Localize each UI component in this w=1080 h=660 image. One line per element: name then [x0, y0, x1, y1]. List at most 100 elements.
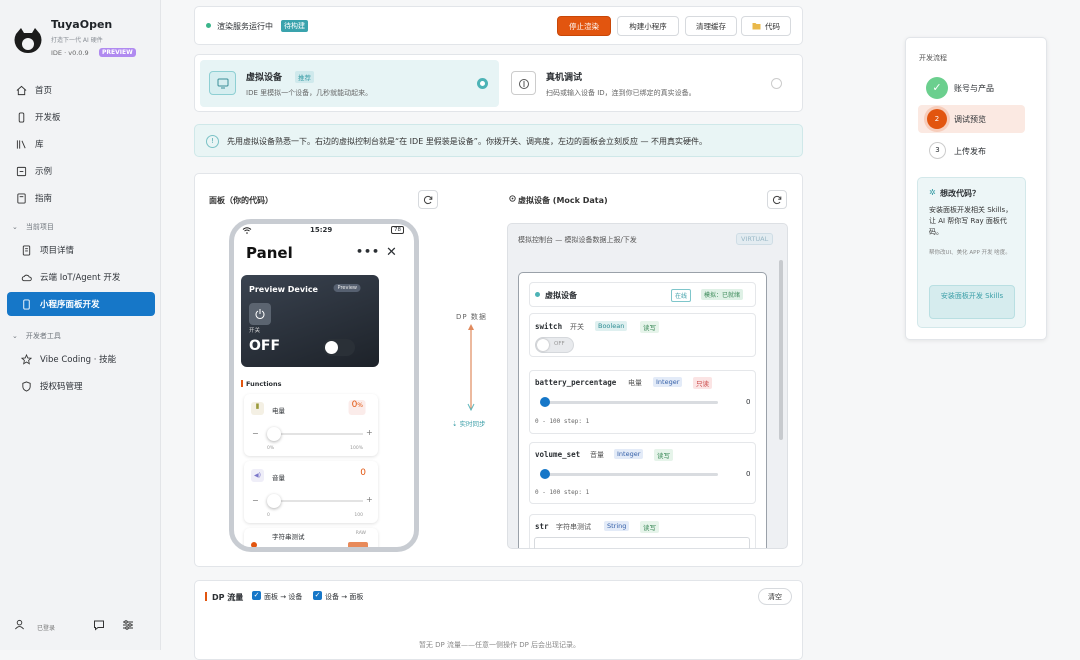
nav-guide[interactable]: 指南 — [7, 186, 155, 210]
dp-row-volume: volume_set 音量 Integer 读写 0 0 - 100 step:… — [529, 442, 756, 504]
nav-vibe-coding[interactable]: Vibe Coding · 技能 — [7, 347, 155, 371]
build-miniprogram-button[interactable]: 构建小程序 — [617, 16, 679, 36]
device-to-panel-checkbox[interactable]: ✓ — [313, 591, 322, 600]
volume-fn-icon: ◀) — [251, 469, 264, 482]
login-status: 已登录 — [37, 625, 56, 633]
refresh-panel-button[interactable] — [418, 190, 438, 209]
battery-fn-plus-button[interactable]: + — [366, 428, 373, 437]
preview-badge: PREVIEW — [99, 48, 136, 57]
nav-examples[interactable]: 示例 — [7, 159, 155, 183]
battery-fn-label: 电量 — [272, 407, 285, 415]
shield-icon — [22, 380, 31, 392]
library-icon — [16, 139, 26, 149]
wifi-icon — [242, 227, 252, 234]
hint-banner: ! 先用虚拟设备熟悉一下。右边的虚拟控制台就是“在 IDE 里假装是设备”。你拨… — [194, 124, 803, 157]
panel-power-toggle[interactable] — [323, 339, 355, 356]
user-icon[interactable] — [14, 619, 25, 630]
dp-range: 0 - 100 step: 1 — [535, 489, 590, 496]
volume-fn-label: 音量 — [272, 474, 285, 482]
battery-fn-slider[interactable] — [267, 427, 363, 441]
device-to-panel-label: 设备 → 面板 — [325, 593, 364, 601]
dp-code: battery_percentage — [535, 378, 617, 387]
refresh-virtual-button[interactable] — [767, 190, 787, 209]
battery-fn-value: 0% — [348, 400, 366, 415]
nav-label: Vibe Coding · 技能 — [40, 355, 117, 365]
dp-flow-title: DP 流量 — [212, 593, 244, 602]
step-upload[interactable]: 3 上传发布 — [918, 140, 1036, 164]
nav-license-management[interactable]: 授权码管理 — [7, 374, 155, 398]
virtual-mode-radio[interactable] — [477, 78, 488, 89]
volume-fn-slider[interactable] — [267, 494, 363, 508]
battery-fn-icon: ▮ — [251, 402, 264, 415]
phone-time: 15:29 — [310, 226, 333, 234]
string-input[interactable] — [534, 537, 750, 549]
tip-body: 安装面板开发相关 Skills，让 AI 帮你写 Ray 面板代码。 — [929, 206, 1013, 236]
battery-slider[interactable] — [540, 397, 718, 407]
battery-fn-minus-button[interactable]: − — [252, 429, 259, 438]
stop-render-button[interactable]: 停止渲染 — [557, 16, 611, 36]
code-button[interactable]: 代码 — [741, 16, 791, 36]
dp-code: volume_set — [535, 450, 581, 459]
close-icon[interactable]: ✕ — [386, 245, 397, 260]
nav-home[interactable]: 首页 — [7, 78, 155, 102]
console-scrollbar[interactable] — [779, 260, 783, 440]
dp-value: 0 — [746, 398, 751, 406]
refresh-icon — [772, 195, 782, 204]
brand-name: TuyaOpen — [51, 18, 113, 31]
mode-virtual-device[interactable]: 虚拟设备 推荐 IDE 里模拟一个设备，几秒就能动起来。 — [200, 60, 499, 107]
star-icon — [21, 353, 32, 365]
virtual-device-header: 虚拟设备 在线 模拟：已就绪 — [529, 282, 756, 307]
panel-to-device-label: 面板 → 设备 — [264, 593, 303, 601]
dp-type-tag: String — [604, 521, 630, 531]
battery-fn-max: 100% — [350, 446, 363, 451]
clear-cache-button[interactable]: 清理缓存 — [685, 16, 737, 36]
power-button[interactable] — [249, 303, 271, 325]
step-account[interactable]: ✓ 账号与产品 — [918, 76, 1036, 100]
console-title: 模拟控制台 — 模拟设备数据上报/下发 — [518, 236, 637, 244]
clear-flow-button[interactable]: 清空 — [758, 588, 792, 605]
real-mode-radio[interactable] — [771, 78, 782, 89]
nav-library[interactable]: 库 — [7, 132, 155, 156]
online-tag: 在线 — [671, 289, 692, 302]
chevron-down-icon: ⌄ — [12, 223, 18, 231]
home-icon — [16, 85, 27, 95]
section-dev-tools[interactable]: ⌄ 开发者工具 — [12, 331, 61, 341]
dev-flow-panel: 开发流程 ✓ 账号与产品 2 调试预览 3 上传发布 ✲ 想改代码？ 安装面板开… — [905, 37, 1047, 340]
switch-toggle[interactable]: OFF — [535, 337, 574, 353]
settings-sliders-icon[interactable] — [122, 619, 134, 631]
user-area: 已登录 — [14, 617, 154, 633]
dp-flow-empty: 暂无 DP 流量——任意一侧操作 DP 后会出现记录。 — [418, 641, 581, 649]
dp-name: 开关 — [570, 323, 584, 331]
dp-name: 音量 — [590, 451, 604, 459]
mode-real-device[interactable]: 真机调试 扫码或输入设备 ID，连到你已绑定的真实设备。 — [505, 60, 798, 107]
dp-type-tag: Integer — [653, 377, 683, 387]
nav-cloud-iot[interactable]: 云端 IoT/Agent 开发 — [7, 265, 155, 289]
code-button-label: 代码 — [765, 21, 780, 31]
sync-text: 实时同步 — [459, 420, 486, 428]
panel-to-device-checkbox[interactable]: ✓ — [252, 591, 261, 600]
nav-mini-program-panel[interactable]: 小程序面板开发 — [7, 292, 155, 316]
chevron-down-icon: ⌄ — [12, 332, 18, 340]
battery-function-card: ▮ 电量 0% − + 0% 100% — [244, 394, 378, 456]
dp-name: 电量 — [628, 379, 642, 387]
install-skills-button[interactable]: 安装面板开发 Skills — [929, 285, 1015, 319]
dp-type-tag: Boolean — [595, 321, 628, 331]
section-current-project[interactable]: ⌄ 当前项目 — [12, 222, 54, 232]
step-debug-preview[interactable]: 2 调试预览 — [918, 105, 1025, 133]
nav-project-details[interactable]: 项目详情 — [7, 238, 155, 262]
more-icon[interactable]: ••• — [356, 245, 380, 258]
virtual-device-section-title: 虚拟设备 (Mock Data) — [518, 196, 608, 205]
string-fn-icon — [251, 542, 257, 547]
volume-fn-minus-button[interactable]: − — [252, 496, 259, 505]
render-status-text: 渲染服务运行中 — [217, 22, 273, 31]
nav-board[interactable]: 开发板 — [7, 105, 155, 129]
volume-fn-plus-button[interactable]: + — [366, 495, 373, 504]
string-fn-send-button[interactable] — [348, 542, 368, 547]
volume-slider[interactable] — [540, 469, 718, 479]
step-label: 账号与产品 — [954, 84, 994, 93]
cpu-icon — [519, 79, 529, 89]
dp-flow-panel: DP 流量 ✓ 面板 → 设备 ✓ 设备 → 面板 清空 暂无 DP 流量——任… — [194, 580, 803, 660]
check-icon: ✓ — [926, 77, 948, 99]
string-fn-raw-badge: RAW — [355, 531, 366, 536]
chat-icon[interactable] — [93, 619, 105, 631]
